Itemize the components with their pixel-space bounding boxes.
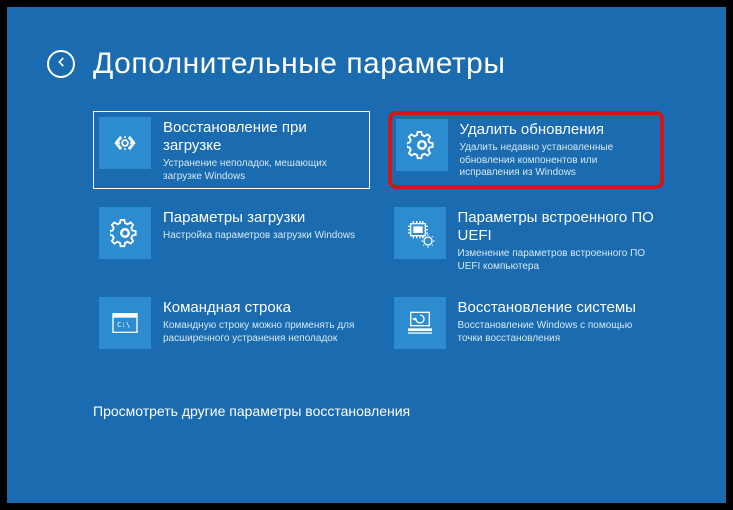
- tile-desc: Командную строку можно применять для рас…: [163, 320, 360, 345]
- tile-title: Удалить обновления: [460, 121, 653, 139]
- startup-repair-icon: [99, 117, 151, 169]
- advanced-options-screen: Дополнительные параметры Восстановление …: [7, 7, 726, 503]
- chip-gear-icon: [394, 207, 446, 259]
- tile-uninstall-updates[interactable]: Удалить обновления Удалить недавно устан…: [388, 111, 665, 189]
- tile-desc: Изменение параметров встроенного ПО UEFI…: [458, 248, 655, 273]
- tile-desc: Устранение неполадок, мешающих загрузке …: [163, 158, 360, 183]
- page-title: Дополнительные параметры: [93, 47, 505, 81]
- tile-desc: Восстановление Windows с помощью точки в…: [458, 320, 655, 345]
- tile-title: Командная строка: [163, 299, 360, 317]
- back-arrow-icon: [54, 55, 68, 74]
- back-button[interactable]: [47, 50, 75, 78]
- header: Дополнительные параметры: [47, 47, 686, 81]
- gear-icon: [396, 119, 448, 171]
- tile-system-restore[interactable]: Восстановление системы Восстановление Wi…: [388, 291, 665, 369]
- tile-uefi-firmware[interactable]: Параметры встроенного ПО UEFI Изменение …: [388, 201, 665, 279]
- tile-startup-repair[interactable]: Восстановление при загрузке Устранение н…: [93, 111, 370, 189]
- gear-icon: [99, 207, 151, 259]
- tile-title: Параметры загрузки: [163, 209, 355, 227]
- tile-title: Восстановление при загрузке: [163, 119, 360, 155]
- tile-title: Восстановление системы: [458, 299, 655, 317]
- tile-title: Параметры встроенного ПО UEFI: [458, 209, 655, 245]
- tile-desc: Удалить недавно установленные обновления…: [460, 142, 653, 180]
- restore-icon: [394, 297, 446, 349]
- tile-startup-settings[interactable]: Параметры загрузки Настройка параметров …: [93, 201, 370, 279]
- tile-command-prompt[interactable]: C:\ Командная строка Командную строку мо…: [93, 291, 370, 369]
- tile-desc: Настройка параметров загрузки Windows: [163, 230, 355, 243]
- see-more-options-link[interactable]: Просмотреть другие параметры восстановле…: [93, 403, 686, 419]
- svg-text:C:\: C:\: [117, 320, 130, 329]
- terminal-icon: C:\: [99, 297, 151, 349]
- options-grid: Восстановление при загрузке Устранение н…: [93, 111, 664, 369]
